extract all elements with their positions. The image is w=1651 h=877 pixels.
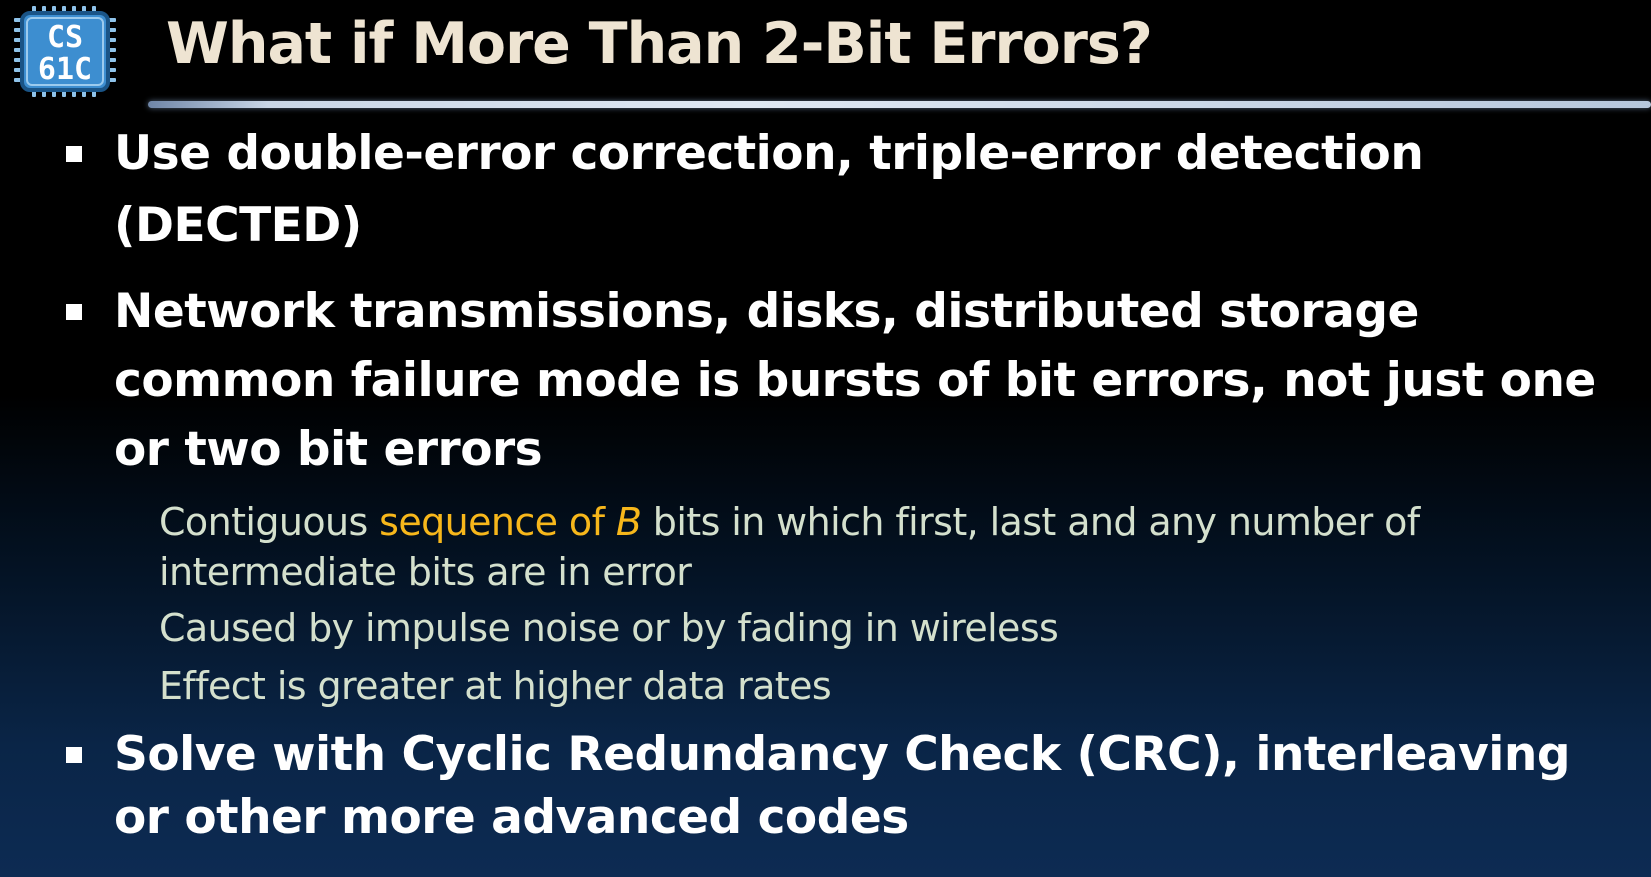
sub-bullet-cause: Caused by impulse noise or by fading in … [159,603,1629,653]
bullet-text: Use double-error correction, triple-erro… [114,126,1424,253]
sub-text: Caused by impulse noise or by fading in … [159,606,1059,650]
bullet-text: Network transmissions, disks, distribute… [114,284,1596,477]
sub-text: Effect is greater at higher data rates [159,664,832,708]
sub-bullet-effect: Effect is greater at higher data rates [159,661,1629,711]
slide-title: What if More Than 2-Bit Errors? [166,11,1153,77]
bullet-burst-errors: Network transmissions, disks, distribute… [66,277,1639,484]
title-underline [148,101,1651,108]
sub-bullet-definition: Contiguous sequence of B bits in which f… [159,497,1629,597]
bullet-text: Solve with Cyclic Redundancy Check (CRC)… [114,727,1571,845]
sub-text-pre: Contiguous [159,500,380,544]
bullet-marker-icon [66,146,82,162]
bullet-solution: Solve with Cyclic Redundancy Check (CRC)… [66,723,1639,849]
sub-text-variable: B [615,500,642,544]
bullet-dected: Use double-error correction, triple-erro… [66,118,1639,262]
logo-line1: CS [47,20,83,55]
slide: CS 61C What if More Than 2-Bit Errors? U… [0,0,1651,877]
logo-line2: 61C [38,52,92,87]
sub-text-highlight: sequence of [379,500,616,544]
cs61c-logo-icon: CS 61C [8,4,122,100]
bullet-marker-icon [66,747,82,763]
bullet-marker-icon [66,304,82,320]
